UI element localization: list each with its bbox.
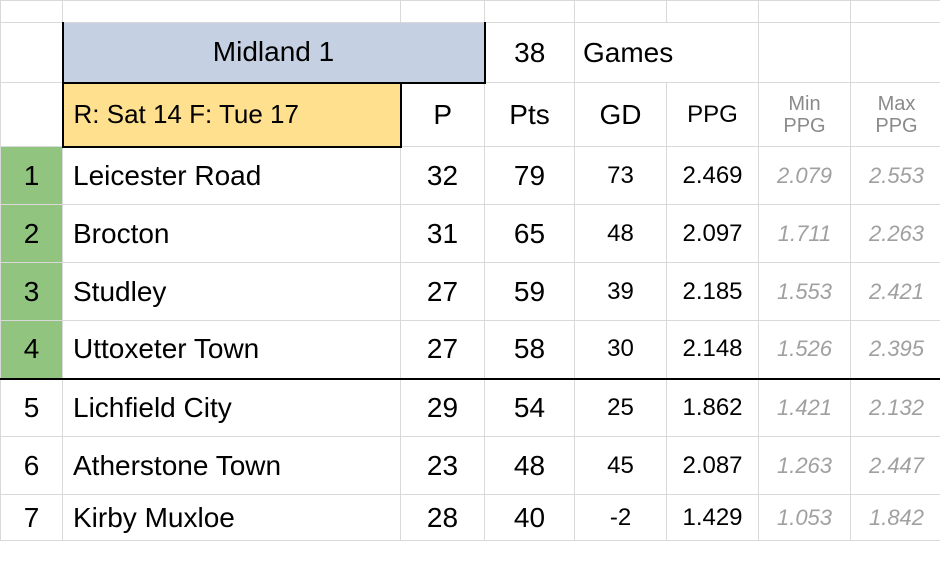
date-range[interactable]: R: Sat 14 F: Tue 17 xyxy=(63,83,401,147)
points[interactable]: 40 xyxy=(485,495,575,541)
team-name[interactable]: Atherstone Town xyxy=(63,437,401,495)
cell-empty[interactable] xyxy=(575,1,667,23)
team-name[interactable]: Brocton xyxy=(63,205,401,263)
games-label[interactable]: Games xyxy=(575,23,759,83)
cell-empty[interactable] xyxy=(1,83,63,147)
ppg[interactable]: 2.185 xyxy=(667,263,759,321)
ppg[interactable]: 1.429 xyxy=(667,495,759,541)
played[interactable]: 32 xyxy=(401,147,485,205)
points[interactable]: 59 xyxy=(485,263,575,321)
played[interactable]: 29 xyxy=(401,379,485,437)
points[interactable]: 48 xyxy=(485,437,575,495)
cell-empty[interactable] xyxy=(485,1,575,23)
team-name[interactable]: Uttoxeter Town xyxy=(63,321,401,379)
ppg[interactable]: 2.097 xyxy=(667,205,759,263)
min-ppg[interactable]: 1.263 xyxy=(759,437,851,495)
goal-diff[interactable]: 73 xyxy=(575,147,667,205)
col-min-ppg[interactable]: MinPPG xyxy=(759,83,851,147)
max-ppg[interactable]: 2.132 xyxy=(851,379,940,437)
min-ppg[interactable]: 2.079 xyxy=(759,147,851,205)
cell-empty[interactable] xyxy=(667,1,759,23)
max-ppg[interactable]: 2.553 xyxy=(851,147,940,205)
min-ppg[interactable]: 1.053 xyxy=(759,495,851,541)
rank-cell[interactable]: 2 xyxy=(1,205,63,263)
goal-diff[interactable]: 39 xyxy=(575,263,667,321)
rank-cell[interactable]: 3 xyxy=(1,263,63,321)
rank-cell[interactable]: 6 xyxy=(1,437,63,495)
spreadsheet-view: Midland 1 38 Games R: Sat 14 F: Tue 17 P… xyxy=(0,0,940,567)
team-name[interactable]: Lichfield City xyxy=(63,379,401,437)
col-p[interactable]: P xyxy=(401,83,485,147)
played[interactable]: 27 xyxy=(401,263,485,321)
max-ppg[interactable]: 2.395 xyxy=(851,321,940,379)
col-pts[interactable]: Pts xyxy=(485,83,575,147)
rank-cell[interactable]: 4 xyxy=(1,321,63,379)
cell-empty[interactable] xyxy=(851,23,940,83)
ppg[interactable]: 1.862 xyxy=(667,379,759,437)
cell-empty[interactable] xyxy=(1,23,63,83)
played[interactable]: 28 xyxy=(401,495,485,541)
cell-empty[interactable] xyxy=(759,23,851,83)
max-ppg[interactable]: 2.263 xyxy=(851,205,940,263)
points[interactable]: 58 xyxy=(485,321,575,379)
goal-diff[interactable]: -2 xyxy=(575,495,667,541)
col-gd[interactable]: GD xyxy=(575,83,667,147)
col-max-ppg[interactable]: MaxPPG xyxy=(851,83,940,147)
goal-diff[interactable]: 25 xyxy=(575,379,667,437)
min-ppg[interactable]: 1.526 xyxy=(759,321,851,379)
rank-cell[interactable]: 7 xyxy=(1,495,63,541)
ppg[interactable]: 2.148 xyxy=(667,321,759,379)
min-ppg[interactable]: 1.421 xyxy=(759,379,851,437)
max-ppg[interactable]: 1.842 xyxy=(851,495,940,541)
cell-empty[interactable] xyxy=(1,1,63,23)
total-games[interactable]: 38 xyxy=(485,23,575,83)
played[interactable]: 27 xyxy=(401,321,485,379)
goal-diff[interactable]: 45 xyxy=(575,437,667,495)
points[interactable]: 65 xyxy=(485,205,575,263)
cell-empty[interactable] xyxy=(851,1,940,23)
team-name[interactable]: Studley xyxy=(63,263,401,321)
points[interactable]: 79 xyxy=(485,147,575,205)
team-name[interactable]: Leicester Road xyxy=(63,147,401,205)
rank-cell[interactable]: 5 xyxy=(1,379,63,437)
min-ppg[interactable]: 1.553 xyxy=(759,263,851,321)
league-table: Midland 1 38 Games R: Sat 14 F: Tue 17 P… xyxy=(0,0,940,541)
cell-empty[interactable] xyxy=(759,1,851,23)
min-ppg[interactable]: 1.711 xyxy=(759,205,851,263)
ppg[interactable]: 2.087 xyxy=(667,437,759,495)
ppg[interactable]: 2.469 xyxy=(667,147,759,205)
played[interactable]: 23 xyxy=(401,437,485,495)
league-title[interactable]: Midland 1 xyxy=(63,23,485,83)
cell-empty[interactable] xyxy=(63,1,401,23)
max-ppg[interactable]: 2.447 xyxy=(851,437,940,495)
team-name[interactable]: Kirby Muxloe xyxy=(63,495,401,541)
col-ppg[interactable]: PPG xyxy=(667,83,759,147)
points[interactable]: 54 xyxy=(485,379,575,437)
rank-cell[interactable]: 1 xyxy=(1,147,63,205)
max-ppg[interactable]: 2.421 xyxy=(851,263,940,321)
cell-empty[interactable] xyxy=(401,1,485,23)
goal-diff[interactable]: 30 xyxy=(575,321,667,379)
played[interactable]: 31 xyxy=(401,205,485,263)
goal-diff[interactable]: 48 xyxy=(575,205,667,263)
